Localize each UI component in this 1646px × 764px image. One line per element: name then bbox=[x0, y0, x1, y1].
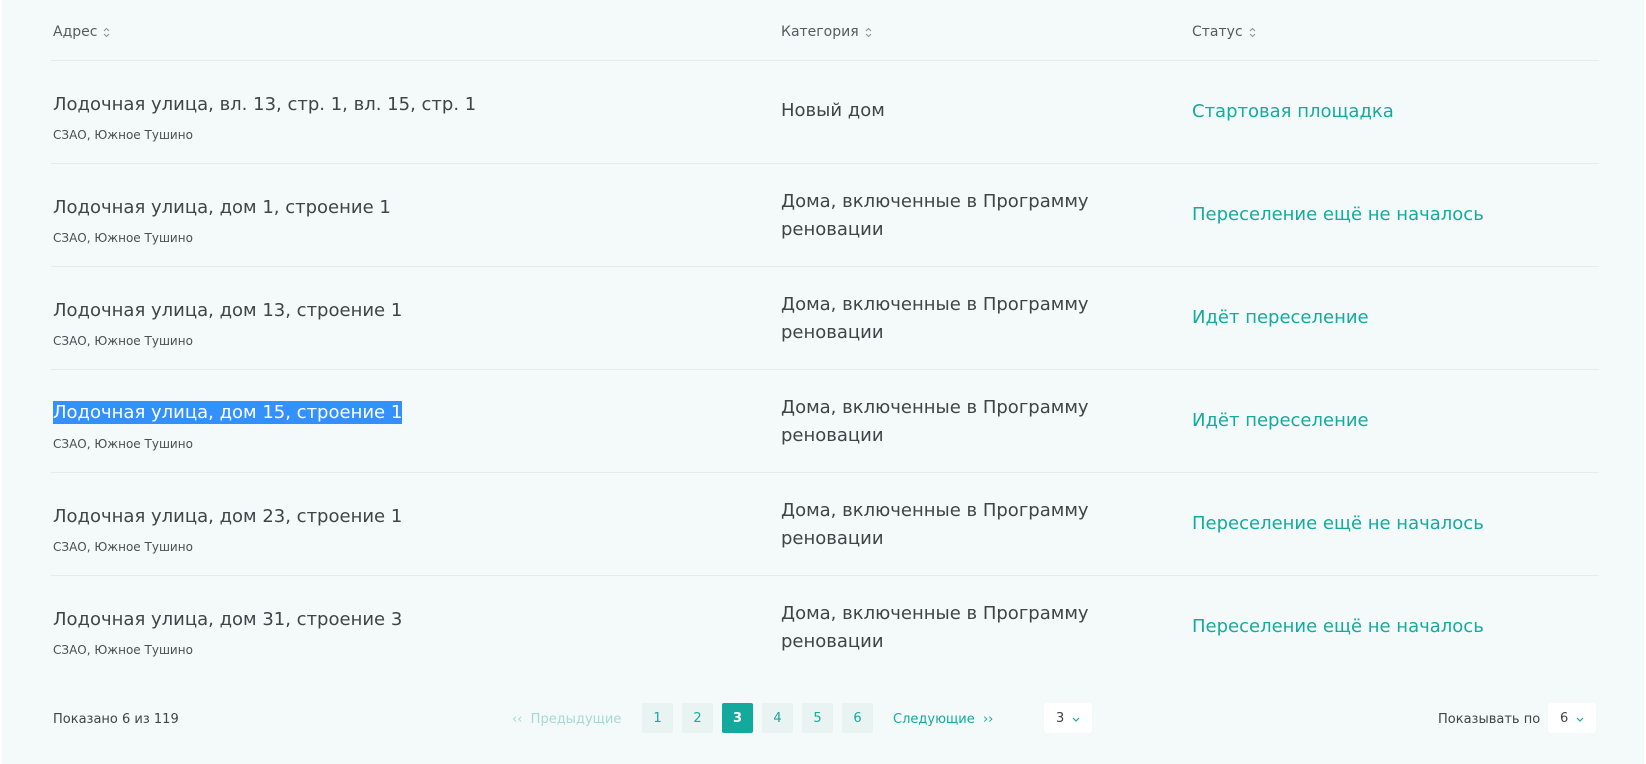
address-title[interactable]: Лодочная улица, дом 1, строение 1 bbox=[53, 196, 391, 219]
page-select-value: 3 bbox=[1056, 710, 1065, 726]
address-district: СЗАО, Южное Тушино bbox=[53, 334, 193, 348]
results-panel: Адрес Категория Статус Лодочная улица, в… bbox=[2, 0, 1644, 764]
table-row[interactable]: Лодочная улица, дом 15, строение 1 СЗАО,… bbox=[2, 370, 1644, 472]
table-row[interactable]: Лодочная улица, дом 23, строение 1 СЗАО,… bbox=[2, 473, 1644, 575]
chevron-down-icon bbox=[1072, 711, 1080, 726]
address-title[interactable]: Лодочная улица, дом 31, строение 3 bbox=[53, 608, 402, 631]
column-header-label: Статус bbox=[1192, 24, 1243, 40]
sort-icon[interactable] bbox=[103, 27, 110, 38]
status-text: Переселение ещё не началось bbox=[1192, 513, 1484, 534]
category-text: Дома, включенные в Программу реновации bbox=[781, 294, 1089, 343]
category-text: Дома, включенные в Программу реновации bbox=[781, 397, 1089, 446]
status-text: Стартовая площадка bbox=[1192, 101, 1394, 122]
table-row[interactable]: Лодочная улица, дом 31, строение 3 СЗАО,… bbox=[2, 576, 1644, 678]
address-title[interactable]: Лодочная улица, дом 13, строение 1 bbox=[53, 299, 402, 322]
table-row[interactable]: Лодочная улица, дом 1, строение 1 СЗАО, … bbox=[2, 164, 1644, 266]
column-header-status[interactable]: Статус bbox=[1192, 24, 1256, 40]
prev-page-label: Предыдущие bbox=[530, 712, 622, 727]
page-button-5[interactable]: 5 bbox=[802, 703, 833, 733]
page-select[interactable]: 3 bbox=[1044, 703, 1093, 733]
per-page-label: Показывать по bbox=[1438, 712, 1541, 727]
column-header-category[interactable]: Категория bbox=[781, 24, 872, 40]
status-text: Идёт переселение bbox=[1192, 307, 1369, 328]
address-district: СЗАО, Южное Тушино bbox=[53, 643, 193, 657]
next-page-button[interactable]: Следующие ›› bbox=[893, 712, 993, 727]
address-district: СЗАО, Южное Тушино bbox=[53, 231, 193, 245]
address-title[interactable]: Лодочная улица, дом 23, строение 1 bbox=[53, 505, 402, 528]
page-button-6[interactable]: 6 bbox=[842, 703, 873, 733]
page-button-1[interactable]: 1 bbox=[642, 703, 673, 733]
column-header-label: Адрес bbox=[53, 24, 98, 40]
sort-icon[interactable] bbox=[865, 27, 872, 38]
page-button-3[interactable]: 3 bbox=[722, 703, 753, 733]
chevron-down-icon bbox=[1576, 711, 1584, 726]
address-title[interactable]: Лодочная улица, вл. 13, стр. 1, вл. 15, … bbox=[53, 93, 476, 116]
status-text: Идёт переселение bbox=[1192, 410, 1369, 431]
address-title[interactable]: Лодочная улица, дом 15, строение 1 bbox=[53, 401, 403, 424]
sort-icon[interactable] bbox=[1249, 27, 1256, 38]
address-district: СЗАО, Южное Тушино bbox=[53, 128, 193, 142]
results-count: Показано 6 из 119 bbox=[53, 712, 179, 727]
prev-page-button[interactable]: ‹‹ Предыдущие bbox=[512, 712, 621, 727]
column-header-address[interactable]: Адрес bbox=[53, 24, 110, 40]
status-text: Переселение ещё не началось bbox=[1192, 204, 1484, 225]
category-text: Дома, включенные в Программу реновации bbox=[781, 500, 1089, 549]
table-header: Адрес Категория Статус bbox=[2, 0, 1644, 62]
category-text: Дома, включенные в Программу реновации bbox=[781, 603, 1089, 652]
page-button-2[interactable]: 2 bbox=[682, 703, 713, 733]
per-page-value: 6 bbox=[1560, 710, 1569, 726]
per-page-select[interactable]: 6 bbox=[1548, 703, 1597, 733]
pagination-bar: Показано 6 из 119 ‹‹ Предыдущие 1 2 3 4 … bbox=[2, 703, 1644, 735]
category-text: Новый дом bbox=[781, 100, 885, 121]
category-text: Дома, включенные в Программу реновации bbox=[781, 191, 1089, 240]
address-district: СЗАО, Южное Тушино bbox=[53, 540, 193, 554]
status-text: Переселение ещё не началось bbox=[1192, 616, 1484, 637]
page-button-4[interactable]: 4 bbox=[762, 703, 793, 733]
column-header-label: Категория bbox=[781, 24, 859, 40]
table-row[interactable]: Лодочная улица, вл. 13, стр. 1, вл. 15, … bbox=[2, 61, 1644, 163]
double-chevron-left-icon: ‹‹ bbox=[512, 712, 523, 727]
address-district: СЗАО, Южное Тушино bbox=[53, 437, 193, 451]
next-page-label: Следующие bbox=[893, 712, 975, 727]
table-row[interactable]: Лодочная улица, дом 13, строение 1 СЗАО,… bbox=[2, 267, 1644, 369]
double-chevron-right-icon: ›› bbox=[982, 712, 994, 727]
